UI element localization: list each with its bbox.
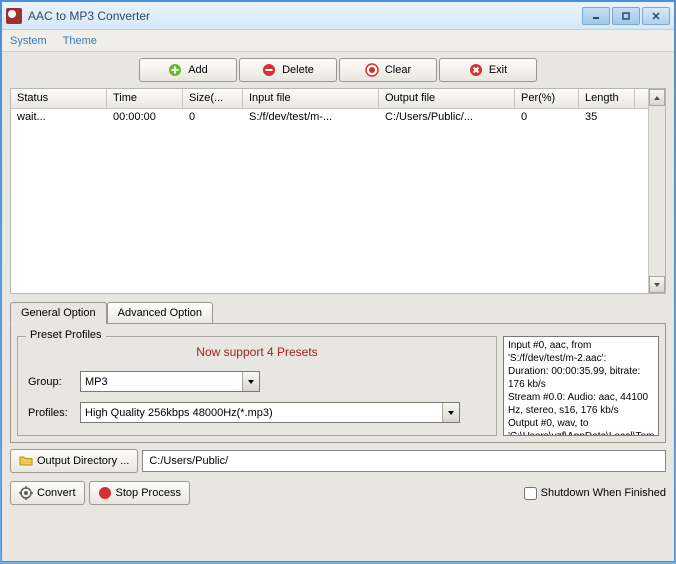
group-value: MP3: [85, 376, 108, 388]
convert-button[interactable]: Convert: [10, 481, 85, 505]
add-button[interactable]: Add: [139, 58, 237, 82]
delete-icon: [262, 63, 276, 77]
group-label: Group:: [28, 376, 76, 388]
chevron-down-icon: [442, 403, 459, 422]
col-input[interactable]: Input file: [243, 89, 379, 108]
profiles-combo[interactable]: High Quality 256kbps 48000Hz(*.mp3): [80, 402, 460, 423]
menu-system[interactable]: System: [10, 35, 47, 47]
info-line: 'C:\Users\yzf\AppData\Local\Tem: [508, 430, 654, 436]
output-directory-button[interactable]: Output Directory ...: [10, 449, 138, 473]
cell-status: wait...: [11, 109, 107, 127]
window-controls: [582, 7, 670, 25]
cell-input: S:/f/dev/test/m-...: [243, 109, 379, 127]
table-row[interactable]: wait... 00:00:00 0 S:/f/dev/test/m-... C…: [11, 109, 648, 127]
add-label: Add: [188, 64, 208, 76]
exit-button[interactable]: Exit: [439, 58, 537, 82]
stop-label: Stop Process: [116, 487, 181, 499]
chevron-down-icon: [242, 372, 259, 391]
shutdown-checkbox-wrap[interactable]: Shutdown When Finished: [524, 487, 666, 500]
options-panel: General Option Advanced Option Preset Pr…: [10, 302, 666, 443]
menubar: System Theme: [2, 30, 674, 52]
tab-advanced[interactable]: Advanced Option: [107, 302, 213, 323]
col-size[interactable]: Size(...: [183, 89, 243, 108]
convert-label: Convert: [37, 487, 76, 499]
table-header: Status Time Size(... Input file Output f…: [11, 89, 648, 109]
info-line: Input #0, aac, from: [508, 339, 654, 352]
cell-size: 0: [183, 109, 243, 127]
app-window: AAC to MP3 Converter System Theme Add De…: [1, 1, 675, 562]
folder-icon: [19, 454, 33, 468]
shutdown-checkbox[interactable]: [524, 487, 537, 500]
file-table: Status Time Size(... Input file Output f…: [10, 88, 666, 294]
col-per[interactable]: Per(%): [515, 89, 579, 108]
output-bar: Output Directory ...: [10, 445, 666, 477]
titlebar: AAC to MP3 Converter: [2, 2, 674, 30]
clear-icon: [365, 63, 379, 77]
info-line: Stream #0.0: Audio: aac, 44100 Hz, stere…: [508, 391, 654, 417]
clear-label: Clear: [385, 64, 411, 76]
cell-time: 00:00:00: [107, 109, 183, 127]
output-path-input[interactable]: [142, 450, 666, 472]
scroll-up-button[interactable]: [649, 89, 665, 106]
content-area: Add Delete Clear Exit Status Time Size(.…: [2, 52, 674, 561]
gear-icon: [19, 486, 33, 500]
col-length[interactable]: Length: [579, 89, 635, 108]
media-info-box: Input #0, aac, from 'S:/f/dev/test/m-2.a…: [503, 336, 659, 436]
output-dir-label: Output Directory ...: [37, 455, 129, 467]
preset-fieldset: Preset Profiles Now support 4 Presets Gr…: [17, 336, 497, 436]
cell-length: 35: [579, 109, 635, 127]
app-icon: [6, 8, 22, 24]
stop-button[interactable]: Stop Process: [89, 481, 190, 505]
stop-icon: [98, 486, 112, 500]
minimize-button[interactable]: [582, 7, 610, 25]
window-title: AAC to MP3 Converter: [28, 9, 582, 23]
info-line: Output #0, wav, to: [508, 417, 654, 430]
info-line: 'S:/f/dev/test/m-2.aac':: [508, 352, 654, 365]
cell-output: C:/Users/Public/...: [379, 109, 515, 127]
add-icon: [168, 63, 182, 77]
shutdown-label: Shutdown When Finished: [541, 487, 666, 499]
tab-general[interactable]: General Option: [10, 302, 107, 324]
clear-button[interactable]: Clear: [339, 58, 437, 82]
scroll-down-button[interactable]: [649, 276, 665, 293]
delete-label: Delete: [282, 64, 314, 76]
tab-content: Preset Profiles Now support 4 Presets Gr…: [10, 323, 666, 443]
profiles-label: Profiles:: [28, 407, 76, 419]
col-time[interactable]: Time: [107, 89, 183, 108]
vertical-scrollbar[interactable]: [648, 89, 665, 293]
group-combo[interactable]: MP3: [80, 371, 260, 392]
table-body: wait... 00:00:00 0 S:/f/dev/test/m-... C…: [11, 109, 648, 127]
preset-legend: Preset Profiles: [26, 329, 106, 341]
action-bar: Convert Stop Process Shutdown When Finis…: [10, 479, 666, 507]
menu-theme[interactable]: Theme: [63, 35, 97, 47]
toolbar: Add Delete Clear Exit: [10, 56, 666, 86]
maximize-button[interactable]: [612, 7, 640, 25]
col-status[interactable]: Status: [11, 89, 107, 108]
exit-icon: [469, 63, 483, 77]
exit-label: Exit: [489, 64, 507, 76]
info-line: Duration: 00:00:35.99, bitrate: 176 kb/s: [508, 365, 654, 391]
delete-button[interactable]: Delete: [239, 58, 337, 82]
preset-message: Now support 4 Presets: [28, 345, 486, 359]
col-output[interactable]: Output file: [379, 89, 515, 108]
close-button[interactable]: [642, 7, 670, 25]
profiles-value: High Quality 256kbps 48000Hz(*.mp3): [85, 407, 273, 419]
cell-per: 0: [515, 109, 579, 127]
